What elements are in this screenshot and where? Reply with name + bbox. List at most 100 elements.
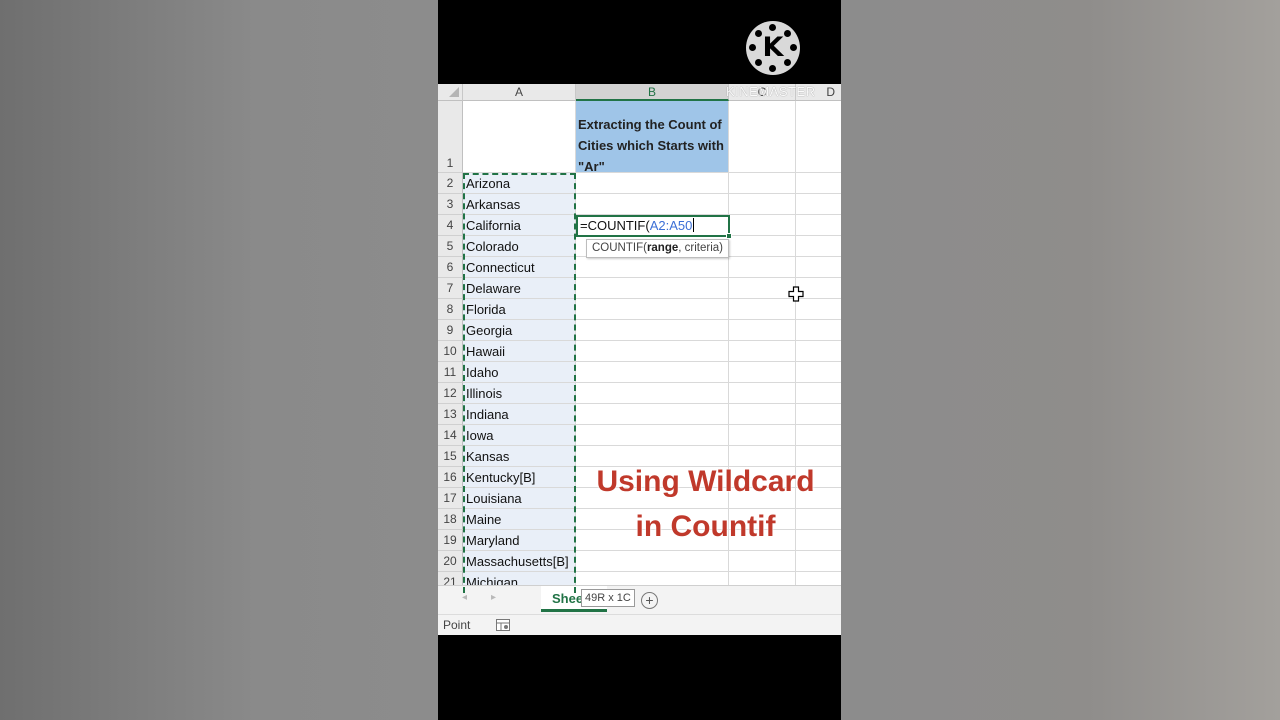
cell[interactable] — [576, 299, 729, 320]
scroll-right-icon[interactable]: ▸ — [491, 592, 496, 603]
state-cell[interactable]: Iowa — [463, 425, 576, 446]
macro-record-icon[interactable] — [496, 619, 510, 631]
cell[interactable] — [796, 236, 841, 257]
cell[interactable] — [576, 341, 729, 362]
row-number[interactable]: 20 — [438, 551, 463, 572]
table-row: 12 Illinois — [438, 383, 841, 404]
kinemaster-logo-icon: K — [746, 21, 800, 75]
cell[interactable] — [729, 551, 796, 572]
table-row: 11 Idaho — [438, 362, 841, 383]
cell[interactable] — [729, 299, 796, 320]
row-number[interactable]: 14 — [438, 425, 463, 446]
cell[interactable] — [729, 404, 796, 425]
row-number[interactable]: 16 — [438, 467, 463, 488]
state-cell[interactable]: California — [463, 215, 576, 236]
row-number[interactable]: 12 — [438, 383, 463, 404]
cell[interactable] — [796, 362, 841, 383]
cell[interactable] — [796, 341, 841, 362]
cell[interactable] — [576, 551, 729, 572]
table-row: 2 Arizona — [438, 173, 841, 194]
cell[interactable] — [796, 101, 841, 173]
select-all-corner[interactable] — [438, 84, 463, 101]
cell[interactable] — [729, 278, 796, 299]
row-number[interactable]: 8 — [438, 299, 463, 320]
state-cell[interactable]: Hawaii — [463, 341, 576, 362]
cell[interactable] — [729, 320, 796, 341]
cell[interactable] — [576, 425, 729, 446]
state-cell[interactable]: Illinois — [463, 383, 576, 404]
row-number[interactable]: 1 — [438, 101, 463, 173]
state-cell[interactable]: Indiana — [463, 404, 576, 425]
cell[interactable] — [576, 320, 729, 341]
cell[interactable] — [796, 425, 841, 446]
state-cell[interactable]: Colorado — [463, 236, 576, 257]
row-number[interactable]: 9 — [438, 320, 463, 341]
cell[interactable] — [576, 383, 729, 404]
formula-range-ref: A2:A50 — [649, 218, 693, 233]
cell[interactable] — [576, 173, 729, 194]
cell-a1[interactable] — [463, 101, 576, 173]
cell[interactable] — [796, 215, 841, 236]
text-caret — [693, 218, 695, 232]
column-header-a[interactable]: A — [463, 84, 576, 101]
row-number[interactable]: 11 — [438, 362, 463, 383]
cell-b1-header[interactable]: Extracting the Count of Cities which Sta… — [576, 101, 729, 174]
table-row: 6 Connecticut — [438, 257, 841, 278]
logo-letter: K — [762, 32, 784, 63]
cell[interactable] — [729, 194, 796, 215]
cell[interactable] — [796, 194, 841, 215]
row-number[interactable]: 4 — [438, 215, 463, 236]
state-cell[interactable]: Arkansas — [463, 194, 576, 215]
table-row: 7 Delaware — [438, 278, 841, 299]
table-row: 9 Georgia — [438, 320, 841, 341]
row-number[interactable]: 5 — [438, 236, 463, 257]
overlay-caption: Using Wildcard in Countif — [558, 459, 841, 549]
state-cell[interactable]: Massachusetts[B] — [463, 551, 576, 572]
cell[interactable] — [729, 173, 796, 194]
cell[interactable] — [796, 404, 841, 425]
cell[interactable] — [796, 383, 841, 404]
cell[interactable] — [576, 362, 729, 383]
cell[interactable] — [729, 341, 796, 362]
cell[interactable] — [796, 551, 841, 572]
cell[interactable] — [729, 383, 796, 404]
tooltip-arg-range[interactable]: range — [647, 242, 678, 254]
row-number[interactable]: 10 — [438, 341, 463, 362]
cell[interactable] — [576, 257, 729, 278]
state-cell[interactable]: Georgia — [463, 320, 576, 341]
cell[interactable] — [729, 101, 796, 173]
column-header-b[interactable]: B — [576, 84, 729, 101]
row-number[interactable]: 13 — [438, 404, 463, 425]
table-row: 3 Arkansas — [438, 194, 841, 215]
row-number[interactable]: 2 — [438, 173, 463, 194]
row-number[interactable]: 6 — [438, 257, 463, 278]
row-number[interactable]: 3 — [438, 194, 463, 215]
state-cell[interactable]: Arizona — [463, 173, 576, 194]
row-number[interactable]: 18 — [438, 509, 463, 530]
row-number[interactable]: 7 — [438, 278, 463, 299]
cell[interactable] — [576, 278, 729, 299]
sheet-tab-bar: ◂ ▸ Sheet1 49R x 1C + — [438, 585, 841, 614]
function-tooltip[interactable]: COUNTIF(range, criteria) — [586, 239, 729, 258]
state-cell[interactable]: Idaho — [463, 362, 576, 383]
add-sheet-button[interactable]: + — [641, 592, 658, 609]
cell[interactable] — [729, 215, 796, 236]
state-cell[interactable]: Florida — [463, 299, 576, 320]
cell[interactable] — [796, 173, 841, 194]
active-cell-b4[interactable]: =COUNTIF(A2:A50 — [576, 215, 732, 239]
cell[interactable] — [796, 257, 841, 278]
state-cell[interactable]: Connecticut — [463, 257, 576, 278]
cell[interactable] — [576, 404, 729, 425]
cell[interactable] — [729, 425, 796, 446]
row-number[interactable]: 19 — [438, 530, 463, 551]
scroll-left-icon[interactable]: ◂ — [462, 592, 467, 603]
cell[interactable] — [729, 257, 796, 278]
row-number[interactable]: 15 — [438, 446, 463, 467]
cell[interactable] — [729, 362, 796, 383]
cell[interactable] — [796, 320, 841, 341]
row-number[interactable]: 17 — [438, 488, 463, 509]
cell[interactable] — [576, 194, 729, 215]
cell[interactable] — [729, 236, 796, 257]
cell[interactable] — [796, 299, 841, 320]
state-cell[interactable]: Delaware — [463, 278, 576, 299]
